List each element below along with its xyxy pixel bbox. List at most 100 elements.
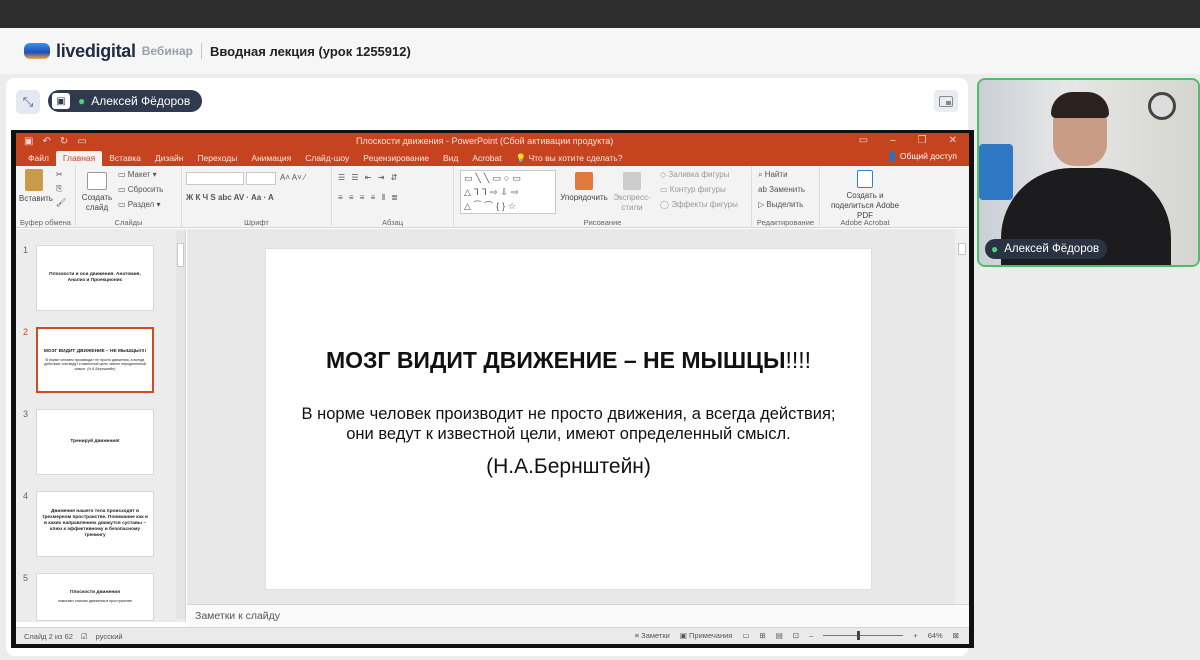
- slideshow-view-icon[interactable]: ⊡: [793, 631, 799, 640]
- tab-slideshow[interactable]: Слайд-шоу: [298, 151, 356, 166]
- current-slide[interactable]: МОЗГ ВИДИТ ДВИЖЕНИЕ – НЕ МЫШЦЫ!!!! В нор…: [265, 248, 872, 590]
- shapes-gallery[interactable]: ▭╲╲▭○▭ △⅂⅂⇨⇩⇨ △⁀⌒{}☆: [460, 170, 556, 214]
- slide-thumbnail-3[interactable]: Тренируй движения!: [36, 409, 154, 475]
- slide-thumbnail-2[interactable]: МОЗГ ВИДИТ ДВИЖЕНИЕ – НЕ МЫШЦЫ!!!! В нор…: [36, 327, 154, 393]
- thumb-subtitle: В норме человек производит не просто дви…: [44, 357, 146, 371]
- grow-font-icon[interactable]: A˄ A˅ ⁄: [280, 173, 305, 182]
- shape-fill-button[interactable]: ◇ Заливка фигуры: [660, 170, 729, 179]
- tab-insert[interactable]: Вставка: [102, 151, 148, 166]
- fit-to-window-icon[interactable]: ⊠: [953, 631, 959, 640]
- close-icon[interactable]: ✕: [949, 135, 957, 146]
- scroll-thumb[interactable]: [177, 243, 184, 267]
- find-button[interactable]: ⌕ Найти: [758, 170, 788, 180]
- new-slide-label: Создать слайд: [81, 193, 113, 212]
- ribbon: Вставить ✂ ⎘ 🖌 Буфер обмена Создать слай…: [16, 166, 969, 228]
- font-size-box[interactable]: [246, 172, 276, 185]
- zoom-out-icon[interactable]: –: [809, 631, 813, 640]
- reading-view-icon[interactable]: ▤: [776, 631, 783, 640]
- select-button[interactable]: ▷ Выделить: [758, 200, 803, 209]
- browser-top-bar: [0, 0, 1200, 28]
- slide-thumbnail-5[interactable]: Плоскости движения помогают описать движ…: [36, 573, 154, 621]
- tab-animation[interactable]: Анимация: [244, 151, 298, 166]
- tab-transitions[interactable]: Переходы: [190, 151, 244, 166]
- ppt-title-bar: ▣ ↶ ↻ ▭ Плоскости движения - PowerPoint …: [16, 133, 969, 150]
- status-right: ≡ Заметки ▣ Примечания ▭ ⊞ ▤ ⊡ – + 64% ⊠: [635, 631, 959, 640]
- collapse-icon[interactable]: ⤡: [16, 90, 40, 114]
- spellcheck-icon[interactable]: ☑: [81, 632, 88, 641]
- undo-icon[interactable]: ↶: [42, 136, 50, 147]
- tab-view[interactable]: Вид: [436, 151, 465, 166]
- list-buttons[interactable]: ☰ ☰ ⇤ ⇥ ⇵: [338, 173, 399, 182]
- new-slide-button[interactable]: Создать слайд: [80, 172, 114, 213]
- drawing-group: ▭╲╲▭○▭ △⅂⅂⇨⇩⇨ △⁀⌒{}☆ Упорядочить Экспресс-…: [454, 166, 752, 228]
- window-controls: ▭ – ❐ ✕: [859, 135, 957, 146]
- zoom-in-icon[interactable]: +: [913, 631, 917, 640]
- scroll-thumb[interactable]: [958, 243, 966, 255]
- shape-effects-button[interactable]: ◯ Эффекты фигуры: [660, 200, 738, 209]
- slide-author[interactable]: (Н.А.Бернштейн): [266, 455, 871, 479]
- zoom-slider[interactable]: [823, 631, 904, 640]
- create-pdf-button[interactable]: Создать и поделиться Adobe PDF: [824, 170, 906, 221]
- replace-button[interactable]: ab Заменить: [758, 185, 805, 194]
- language-indicator: русский: [95, 631, 123, 641]
- editor-scrollbar[interactable]: [955, 229, 969, 604]
- select-label: Выделить: [766, 200, 804, 209]
- redo-icon[interactable]: ↻: [60, 136, 68, 147]
- participant-video-tile[interactable]: ● Алексей Фёдоров: [977, 78, 1200, 267]
- reset-button[interactable]: ▭ Сбросить: [118, 185, 163, 194]
- sorter-view-icon[interactable]: ⊞: [759, 631, 765, 640]
- section-button[interactable]: ▭ Раздел ▾: [118, 200, 160, 209]
- thumb-title: Движения нашего тела происходят в трехме…: [42, 509, 148, 538]
- slide-thumbnail-1[interactable]: Плоскости и оси движения. Анатомия, Анал…: [36, 245, 154, 311]
- present-icon[interactable]: ▭: [77, 136, 86, 147]
- picture-in-picture-button[interactable]: [934, 90, 958, 112]
- slide-editor: МОЗГ ВИДИТ ДВИЖЕНИЕ – НЕ МЫШЦЫ!!!! В нор…: [187, 229, 969, 604]
- video-chair: [979, 144, 1013, 200]
- pdf-icon: [857, 170, 873, 188]
- tell-me-label: Что вы хотите сделать?: [528, 153, 623, 163]
- slide-counter: Слайд 2 из 62: [24, 631, 73, 641]
- font-group-label: Шрифт: [244, 218, 269, 227]
- minimize-icon[interactable]: –: [890, 135, 896, 146]
- tell-me-box[interactable]: 💡 Что вы хотите сделать?: [509, 151, 630, 166]
- zoom-level[interactable]: 64%: [928, 631, 943, 640]
- thumbnails-scrollbar[interactable]: [176, 231, 185, 619]
- paste-icon: [25, 169, 43, 191]
- cut-icon[interactable]: ✂: [56, 170, 63, 179]
- tab-review[interactable]: Рецензирование: [356, 151, 436, 166]
- tab-file[interactable]: Файл: [21, 151, 56, 166]
- copy-icon[interactable]: ⎘: [56, 184, 62, 194]
- participant-name: Алексей Фёдоров: [1004, 243, 1100, 255]
- slide-title[interactable]: МОЗГ ВИДИТ ДВИЖЕНИЕ – НЕ МЫШЦЫ!!!!: [266, 347, 871, 374]
- shape-outline-button[interactable]: ▭ Контур фигуры: [660, 185, 726, 194]
- slide-body[interactable]: В норме человек производит не просто дви…: [266, 404, 871, 444]
- tab-acrobat[interactable]: Acrobat: [465, 151, 508, 166]
- save-icon[interactable]: ▣: [24, 136, 33, 147]
- paste-button[interactable]: Вставить: [19, 169, 53, 204]
- font-style-buttons[interactable]: Ж К Ч S abc AV · Aa · A: [186, 193, 274, 202]
- font-name-box[interactable]: [186, 172, 244, 185]
- comments-toggle[interactable]: ▣ Примечания: [680, 631, 732, 640]
- quick-styles-button[interactable]: Экспресс-стили: [610, 172, 654, 213]
- stage-toolbar: ⤡ ▣ ● Алексей Фёдоров: [6, 78, 968, 124]
- notes-toggle[interactable]: ≡ Заметки: [635, 631, 670, 640]
- normal-view-icon[interactable]: ▭: [742, 631, 749, 640]
- speaker-hair: [1051, 92, 1109, 118]
- format-painter-icon[interactable]: 🖌: [56, 198, 66, 207]
- maximize-icon[interactable]: ❐: [918, 135, 927, 146]
- tab-home[interactable]: Главная: [55, 151, 103, 166]
- font-group: A˄ A˅ ⁄ Ж К Ч S abc AV · Aa · A Шрифт: [182, 166, 332, 228]
- notes-pane[interactable]: Заметки к слайду: [187, 604, 969, 627]
- layout-button[interactable]: ▭ Макет ▾: [118, 170, 157, 179]
- ribbon-options-icon[interactable]: ▭: [859, 135, 868, 146]
- slide-thumbnail-4[interactable]: Движения нашего тела происходят в трехме…: [36, 491, 154, 557]
- quick-access-toolbar: ▣ ↶ ↻ ▭: [24, 136, 87, 147]
- drawing-group-label: Рисование: [583, 218, 622, 227]
- arrange-button[interactable]: Упорядочить: [558, 172, 610, 203]
- share-button[interactable]: 👤 Общий доступ: [887, 151, 957, 162]
- alignment-buttons[interactable]: ≡ ≡ ≡ ≡ ⫴ ≣: [338, 193, 400, 203]
- thumb-title: МОЗГ ВИДИТ ДВИЖЕНИЕ – НЕ МЫШЦЫ!!!!: [43, 348, 147, 354]
- editing-group-label: Редактирование: [756, 218, 815, 227]
- thumb-title: Плоскости и оси движения. Анатомия, Анал…: [49, 272, 141, 283]
- tab-design[interactable]: Дизайн: [148, 151, 191, 166]
